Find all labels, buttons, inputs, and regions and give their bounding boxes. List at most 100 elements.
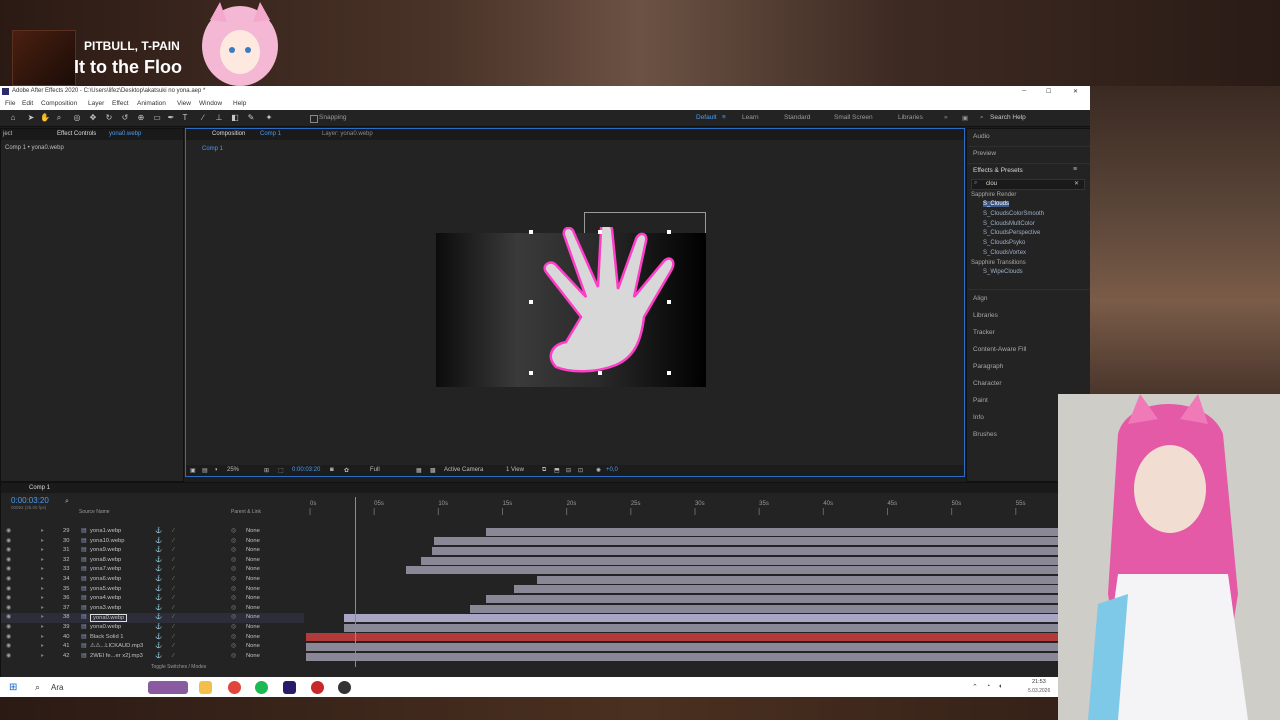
current-time[interactable]: 0:00:03:20 — [292, 467, 320, 473]
shy-switch-icon[interactable]: ⚓ — [155, 586, 162, 592]
quality-switch-icon[interactable]: ∕ — [173, 595, 174, 601]
selection-tool-icon[interactable]: ➤ — [26, 113, 36, 123]
type-tool-icon[interactable]: T — [180, 113, 190, 123]
spotify-icon[interactable] — [255, 681, 268, 694]
parent-pickwhip-icon[interactable]: ◎ — [231, 634, 236, 640]
fx-item-s-cloudsperspective[interactable]: S_CloudsPerspective — [983, 230, 1040, 236]
parent-select[interactable]: None — [246, 595, 260, 601]
recording-app-icon[interactable] — [311, 681, 324, 694]
layer-duration-bar[interactable] — [306, 652, 1058, 661]
taskbar-search-icon[interactable]: ⌕ — [35, 682, 40, 693]
hand-tool-icon[interactable]: ✋ — [40, 113, 50, 123]
layer-duration-bar[interactable] — [431, 547, 1058, 555]
visibility-eye-icon[interactable]: ◉ — [6, 576, 11, 582]
layer-row[interactable]: ◉ ▸ 41 ▤ ⚠⚠...LICKAUD.mp3 ⚓ ∕ ◎ None — [1, 642, 304, 652]
quality-switch-icon[interactable]: ∕ — [173, 528, 174, 534]
quality-switch-icon[interactable]: ∕ — [173, 586, 174, 592]
parent-pickwhip-icon[interactable]: ◎ — [231, 643, 236, 649]
layer-expand-icon[interactable]: ▸ — [41, 653, 44, 659]
fit-icon[interactable]: ⊞ — [264, 467, 269, 474]
color-channel-icon[interactable]: ✿ — [344, 467, 349, 474]
snapping-checkbox[interactable] — [310, 115, 318, 123]
visibility-eye-icon[interactable]: ◉ — [6, 547, 11, 553]
visibility-eye-icon[interactable]: ◉ — [6, 643, 11, 649]
exposure-value[interactable]: +0,0 — [606, 467, 618, 473]
layer-expand-icon[interactable]: ▸ — [41, 595, 44, 601]
shy-switch-icon[interactable]: ⚓ — [155, 634, 162, 640]
tray-chevron-icon[interactable]: ⌃ — [972, 683, 978, 691]
layer-transform-box[interactable] — [529, 230, 671, 375]
close-button[interactable]: ✕ — [1073, 88, 1078, 95]
taskbar-search-field[interactable]: Ara — [51, 683, 63, 692]
visibility-eye-icon[interactable]: ◉ — [6, 605, 11, 611]
layer-expand-icon[interactable]: ▸ — [41, 605, 44, 611]
panel-audio[interactable]: Audio — [973, 133, 990, 140]
parent-pickwhip-icon[interactable]: ◎ — [231, 557, 236, 563]
parent-select[interactable]: None — [246, 605, 260, 611]
layer-row[interactable]: ◉ ▸ 34 ▤ yona6.webp ⚓ ∕ ◎ None — [1, 575, 304, 585]
layer-duration-bar[interactable] — [485, 527, 1058, 536]
fx-item-s-cloudsmultcolor[interactable]: S_CloudsMultColor — [983, 221, 1035, 227]
visibility-eye-icon[interactable]: ◉ — [6, 528, 11, 534]
layer-expand-icon[interactable]: ▸ — [41, 576, 44, 582]
layer-name[interactable]: yona6.webp — [90, 576, 121, 582]
shy-switch-icon[interactable]: ⚓ — [155, 605, 162, 611]
visibility-eye-icon[interactable]: ◉ — [6, 538, 11, 544]
parent-pickwhip-icon[interactable]: ◎ — [231, 538, 236, 544]
visibility-eye-icon[interactable]: ◉ — [6, 566, 11, 572]
quality-switch-icon[interactable]: ∕ — [173, 653, 174, 659]
parent-select[interactable]: None — [246, 643, 260, 649]
menu-view[interactable]: View — [177, 100, 191, 107]
parent-select[interactable]: None — [246, 557, 260, 563]
layer-duration-bar[interactable] — [306, 643, 1058, 651]
exposure-icon[interactable]: ✺ — [596, 467, 601, 474]
menu-help[interactable]: Help — [233, 100, 246, 107]
tab-layer[interactable]: Layer: yona0.webp — [322, 131, 373, 137]
after-effects-taskbar-icon[interactable] — [283, 681, 296, 694]
tab-effect-controls[interactable]: Effect Controls — [57, 131, 96, 137]
taskbar-clock-time[interactable]: 21:53 — [1032, 679, 1046, 685]
orbit-tool-icon[interactable]: ↻ — [104, 113, 114, 123]
layer-duration-bar[interactable] — [421, 556, 1058, 565]
layer-duration-bar[interactable] — [306, 633, 1058, 642]
layer-expand-icon[interactable]: ▸ — [41, 624, 44, 630]
shy-switch-icon[interactable]: ⚓ — [155, 614, 162, 620]
layer-duration-bar[interactable] — [485, 595, 1058, 603]
quality-switch-icon[interactable]: ∕ — [173, 576, 174, 582]
shy-switch-icon[interactable]: ⚓ — [155, 624, 162, 630]
visibility-eye-icon[interactable]: ◉ — [6, 634, 11, 640]
panel-libraries[interactable]: Libraries — [973, 312, 998, 319]
panel-effects-presets[interactable]: Effects & Presets — [973, 167, 1023, 174]
taskbar-widget-image[interactable] — [148, 681, 188, 694]
brush-tool-icon[interactable]: ∕ — [198, 113, 208, 123]
fast-preview-icon[interactable]: ⊡ — [578, 467, 583, 474]
layer-row[interactable]: ◉ ▸ 30 ▤ yona10.webp ⚓ ∕ ◎ None — [1, 537, 304, 547]
layer-expand-icon[interactable]: ▸ — [41, 557, 44, 563]
flowchart-icon[interactable]: ⊟ — [566, 467, 571, 474]
fx-item-s-wipeclouds[interactable]: S_WipeClouds — [983, 269, 1023, 275]
visibility-eye-icon[interactable]: ◉ — [6, 624, 11, 630]
resolution-select[interactable]: Full — [370, 467, 380, 473]
visibility-eye-icon[interactable]: ◉ — [6, 557, 11, 563]
visibility-eye-icon[interactable]: ◉ — [6, 614, 11, 620]
parent-pickwhip-icon[interactable]: ◎ — [231, 547, 236, 553]
timeline-search-icon[interactable]: ⌕ — [65, 498, 69, 506]
layer-expand-icon[interactable]: ▸ — [41, 528, 44, 534]
layer-name[interactable]: yona0.webp — [90, 624, 121, 630]
parent-pickwhip-icon[interactable]: ◎ — [231, 614, 236, 620]
roto-brush-tool-icon[interactable]: ✎ — [246, 113, 256, 123]
parent-select[interactable]: None — [246, 634, 260, 640]
parent-pickwhip-icon[interactable]: ◎ — [231, 605, 236, 611]
rotate-tool-icon[interactable]: ↺ — [120, 113, 130, 123]
layer-expand-icon[interactable]: ▸ — [41, 614, 44, 620]
parent-select[interactable]: None — [246, 528, 260, 534]
menu-window[interactable]: Window — [199, 100, 222, 107]
clone-stamp-tool-icon[interactable]: ⊥ — [214, 113, 224, 123]
menu-effect[interactable]: Effect — [112, 100, 129, 107]
workspace-menu-icon[interactable]: ≡ — [722, 114, 726, 121]
taskbar-clock-date[interactable]: 5.03.2026 — [1028, 688, 1050, 694]
pen-tool-icon[interactable]: ✒ — [166, 113, 176, 123]
panel-info[interactable]: Info — [973, 414, 984, 421]
layer-expand-icon[interactable]: ▸ — [41, 538, 44, 544]
tab-effect-controls-layer[interactable]: yona0.webp — [109, 131, 141, 137]
